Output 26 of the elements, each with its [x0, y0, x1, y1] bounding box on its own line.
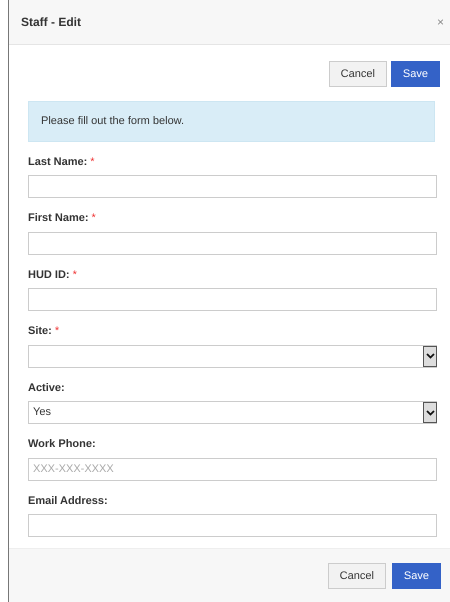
- field-label: Last Name:: [28, 154, 88, 170]
- field-label: Work Phone:: [28, 437, 96, 452]
- required-mark: *: [54, 325, 60, 337]
- input-field[interactable]: [28, 232, 437, 254]
- cancel-button[interactable]: Cancel: [328, 562, 386, 588]
- modal-title: Staff - Edit: [21, 14, 81, 31]
- input-field[interactable]: [28, 288, 437, 311]
- input-field[interactable]: XXX-XXX-XXXX: [28, 458, 437, 480]
- required-mark: *: [92, 212, 96, 224]
- required-mark: *: [72, 268, 77, 280]
- field-label: Active:: [28, 380, 65, 396]
- chevron-icon: [423, 346, 437, 366]
- info-alert: Please fill out the form below.: [28, 101, 435, 142]
- input-field[interactable]: [28, 175, 437, 198]
- chevron-icon: [423, 402, 437, 423]
- select-field[interactable]: Yes: [28, 401, 437, 424]
- required-mark: *: [90, 156, 95, 168]
- field-label: Site:: [28, 324, 52, 339]
- save-button[interactable]: Save: [390, 61, 440, 87]
- save-button[interactable]: Save: [392, 562, 441, 588]
- cancel-button[interactable]: Cancel: [328, 61, 387, 87]
- field-label: HUD ID:: [28, 268, 70, 282]
- field-label: Email Address:: [28, 494, 108, 508]
- field-label: First Name:: [28, 211, 89, 226]
- select-field[interactable]: [28, 344, 437, 368]
- input-field[interactable]: [28, 514, 437, 537]
